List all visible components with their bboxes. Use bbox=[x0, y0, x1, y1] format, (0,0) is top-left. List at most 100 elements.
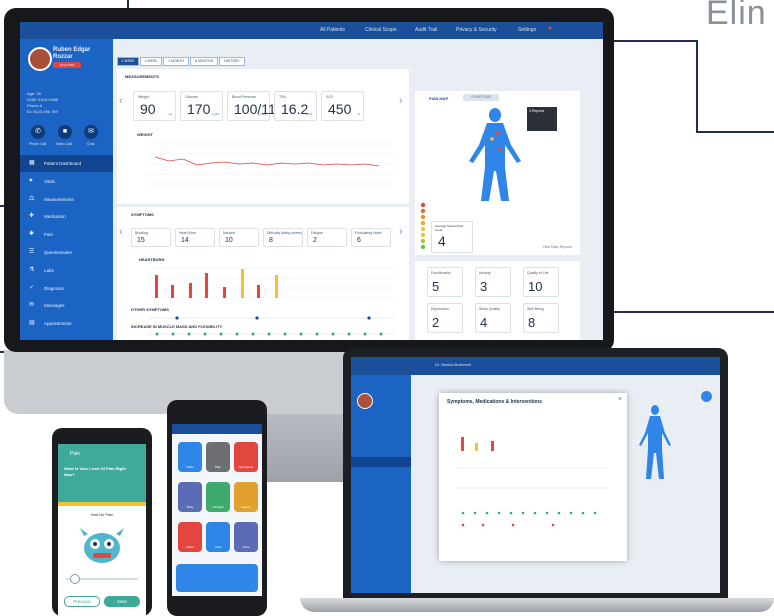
phone-home-screen: Vitals Pain Symptoms Body Lifestyle Report Med… bbox=[172, 424, 262, 596]
quality-card-item[interactable]: Functionality 5 bbox=[427, 267, 463, 297]
tab-range-5[interactable]: HISTORY bbox=[219, 57, 245, 66]
sidebar-item-messages[interactable]: ✉ Messages bbox=[20, 297, 113, 314]
tab-range-4[interactable]: 6 MONTHS bbox=[190, 57, 218, 66]
close-icon[interactable]: × bbox=[618, 396, 622, 403]
weight-line bbox=[154, 156, 380, 167]
chevron-left-icon[interactable]: ‹ bbox=[119, 226, 123, 238]
app-tile-symptoms[interactable]: Symptoms bbox=[234, 442, 258, 472]
quality-value: 10 bbox=[528, 279, 543, 294]
app-tile-chat[interactable]: Chat bbox=[206, 522, 230, 552]
measurement-card[interactable]: SO2 450% bbox=[321, 91, 364, 121]
tab-range-2[interactable]: 1 WEEK bbox=[140, 57, 162, 66]
pain-slider-handle[interactable] bbox=[70, 574, 80, 584]
app-tile-vitals[interactable]: Vitals bbox=[178, 442, 202, 472]
main-content: 1 WEEK 1 WEEK 1 MONTH 6 MONTHS HISTORY +… bbox=[113, 39, 603, 340]
measurement-value: 90 bbox=[140, 101, 156, 117]
chevron-right-icon[interactable]: › bbox=[399, 226, 403, 238]
chevron-right-icon[interactable]: › bbox=[399, 95, 403, 107]
symptom-card[interactable]: Fluctuating Heart 6 bbox=[351, 228, 391, 247]
quality-card: Functionality 5 Anxiety 3 Quality of Life 10 D… bbox=[415, 261, 580, 340]
pill-icon: ✚ bbox=[29, 213, 35, 220]
measurement-card[interactable]: Blood Pressure 100/110 mmHg bbox=[227, 91, 284, 121]
symptom-card[interactable]: Difficulty falling asleep 8 bbox=[263, 228, 303, 247]
nav-audit-trail[interactable]: Audit Trail bbox=[415, 27, 437, 33]
pain-header: Pain What Is Your Level Of Pain Right No… bbox=[58, 444, 146, 502]
app-tile-lifestyle[interactable]: Lifestyle bbox=[206, 482, 230, 512]
desktop-dashboard: All Patients Clinical Scope Audit Trail … bbox=[20, 22, 603, 340]
nav-clinical-scope[interactable]: Clinical Scope bbox=[365, 27, 397, 33]
pain-caption: Had No Pain bbox=[90, 512, 114, 517]
symptom-label: Heart Burn bbox=[179, 231, 196, 235]
sidebar-item-appointments[interactable]: ▤ Appointments bbox=[20, 315, 113, 332]
measurements-title: MEASUREMENTS bbox=[125, 74, 160, 79]
nav-settings[interactable]: Settings bbox=[518, 27, 536, 33]
laptop-base bbox=[300, 598, 774, 612]
nav-all-patients[interactable]: All Patients bbox=[320, 27, 345, 33]
chat-button[interactable]: ✉ bbox=[84, 125, 98, 139]
symptom-label: Difficulty falling asleep bbox=[267, 231, 302, 235]
quality-value: 4 bbox=[480, 315, 488, 330]
sidebar-item-measurements[interactable]: ⚖ Measurements bbox=[20, 191, 113, 208]
pain-mascot-icon bbox=[80, 528, 124, 563]
sidebar-item-vitals[interactable]: ♥ Vitals bbox=[20, 173, 113, 190]
symptom-card[interactable]: Bloating 15 bbox=[131, 228, 171, 247]
daily-reports-link[interactable]: View Daily Reports bbox=[542, 245, 572, 249]
heartburn-bar bbox=[155, 275, 158, 298]
next-button[interactable]: Next bbox=[104, 596, 140, 607]
sidebar-item-pain[interactable]: ✱ Pain bbox=[20, 226, 113, 243]
app-tile-report[interactable]: Report bbox=[234, 482, 258, 512]
app-tile-docs[interactable]: Docs bbox=[234, 522, 258, 552]
symptom-card[interactable]: Fatigue 2 bbox=[307, 228, 347, 247]
quality-label: Sleep Quality bbox=[479, 307, 500, 311]
quality-card-item[interactable]: Quality of Life 10 bbox=[523, 267, 559, 297]
phone-call-button[interactable]: ✆ bbox=[31, 125, 45, 139]
measurement-label: SO2 bbox=[326, 95, 334, 99]
app-tile-meds[interactable]: Meds bbox=[178, 522, 202, 552]
app-tile-pain[interactable]: Pain bbox=[206, 442, 230, 472]
measurements-card: MEASUREMENTS ‹ › Weight 90 kg Glucose 170 mg/… bbox=[117, 69, 409, 204]
heartburn-bar bbox=[223, 287, 226, 298]
sidebar-item-label: Questionnaire bbox=[44, 250, 73, 255]
tab-symptoms-map[interactable]: SYMPTOMS bbox=[463, 94, 499, 101]
chevron-left-icon[interactable]: ‹ bbox=[119, 95, 123, 107]
quality-card-item[interactable]: Sleep Quality 4 bbox=[475, 303, 511, 333]
next-label: Next bbox=[117, 599, 127, 604]
heartburn-chart bbox=[147, 267, 395, 299]
muscle-mass-track bbox=[147, 332, 395, 336]
symptom-value: 14 bbox=[181, 237, 189, 244]
tab-range-3[interactable]: 1 MONTH bbox=[163, 57, 189, 66]
patient-dob: DOB: 01/01/1988 bbox=[27, 97, 58, 102]
tab-pain-map[interactable]: PAIN MAP bbox=[429, 96, 448, 101]
measurement-unit: mmHg bbox=[257, 112, 266, 116]
sidebar-item-label: Pain bbox=[44, 232, 54, 238]
sidebar-item-questionnaire[interactable]: ☰ Questionnaire bbox=[20, 244, 113, 261]
previous-button[interactable]: Previous bbox=[64, 596, 100, 607]
nav-privacy[interactable]: Privacy & Security bbox=[456, 27, 497, 33]
symptom-card[interactable]: Nausea 10 bbox=[219, 228, 259, 247]
modal-title: Symptoms, Medications & Interventions bbox=[447, 399, 543, 405]
measurement-card[interactable]: Weight 90 kg bbox=[133, 91, 176, 121]
notification-icon[interactable]: ● bbox=[548, 25, 552, 32]
measurement-card[interactable]: TSH 16.2 mIU/L bbox=[274, 91, 317, 121]
laptop-add-button[interactable] bbox=[701, 391, 712, 402]
sidebar-item-diagnosis[interactable]: ✓ Diagnosis bbox=[20, 280, 113, 297]
quality-card-item[interactable]: Anxiety 3 bbox=[475, 267, 511, 297]
symptom-value: 2 bbox=[313, 237, 317, 244]
app-tile-body[interactable]: Body bbox=[178, 482, 202, 512]
measurement-card[interactable]: Glucose 170 mg/dl bbox=[180, 91, 223, 121]
tab-range-1[interactable]: 1 WEEK bbox=[117, 57, 139, 66]
clipboard-icon: ☰ bbox=[29, 249, 35, 255]
symptom-card[interactable]: Heart Burn 14 bbox=[175, 228, 215, 247]
heartburn-bar bbox=[275, 275, 278, 298]
quality-card-item[interactable]: Well Being 8 bbox=[523, 303, 559, 333]
pain-slider[interactable] bbox=[66, 574, 138, 584]
tab-symptoms-label: SYMPTOMS bbox=[471, 95, 491, 99]
sidebar-item-labs[interactable]: ⚗ Labs bbox=[20, 262, 113, 279]
video-call-button[interactable]: ■ bbox=[58, 125, 72, 139]
sidebar-item-patient-dashboard[interactable]: ▦ Patient Dashboard bbox=[20, 155, 113, 172]
quality-card-item[interactable]: Depression 2 bbox=[427, 303, 463, 333]
sidebar-item-medication[interactable]: ✚ Medication bbox=[20, 208, 113, 225]
pain-icon: ✱ bbox=[29, 231, 35, 238]
stethoscope-icon: ✓ bbox=[29, 284, 35, 291]
video-icon: ■ bbox=[62, 128, 68, 135]
